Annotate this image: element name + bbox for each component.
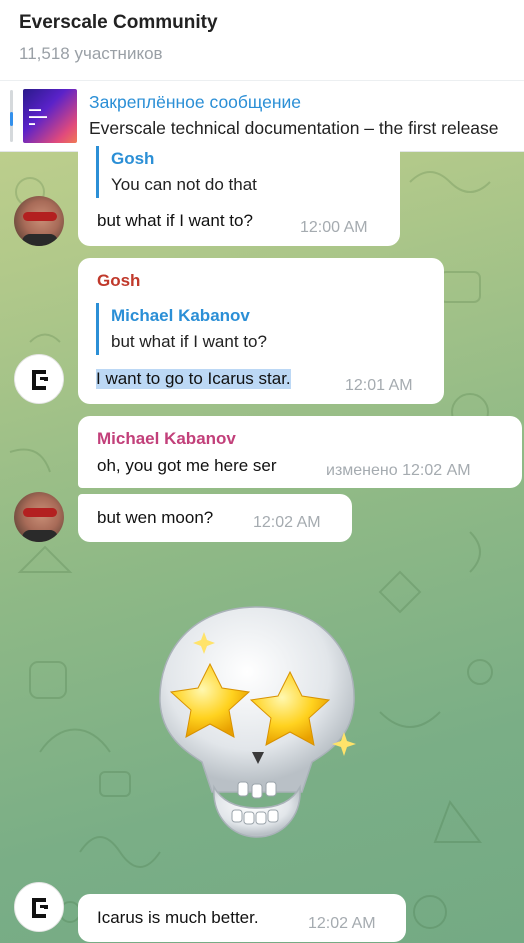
user-photo-avatar-icon bbox=[23, 508, 57, 517]
skull-star-eyes-sticker-icon[interactable] bbox=[152, 602, 362, 842]
message-time: 12:02 AM bbox=[308, 915, 376, 932]
chat-header[interactable]: Everscale Community 11,518 участников bbox=[0, 0, 524, 80]
avatar-gosh[interactable] bbox=[14, 882, 64, 932]
message-text: but wen moon? bbox=[97, 508, 214, 527]
reply-sender-name: Gosh bbox=[111, 149, 155, 168]
message-bubble[interactable]: Gosh Michael Kabanov but what if I want … bbox=[78, 258, 444, 404]
message-bubble[interactable]: Icarus is much better. 12:02 AM bbox=[78, 894, 406, 942]
message-time: 12:00 AM bbox=[300, 219, 368, 236]
sender-name: Gosh bbox=[97, 271, 141, 290]
sender-name: Michael Kabanov bbox=[97, 429, 236, 448]
reply-sender-name: Michael Kabanov bbox=[111, 306, 250, 325]
gosh-logo-icon bbox=[32, 370, 48, 390]
pinned-indicator bbox=[10, 90, 13, 142]
message-time: изменено 12:02 AM bbox=[326, 462, 471, 479]
message-bubble[interactable]: but wen moon? 12:02 AM bbox=[78, 494, 352, 542]
reply-quote[interactable]: Michael Kabanov but what if I want to? bbox=[96, 303, 267, 355]
message-text: but what if I want to? bbox=[97, 211, 253, 230]
avatar-michael[interactable] bbox=[14, 196, 64, 246]
message-time: 12:02 AM bbox=[253, 514, 321, 531]
pinned-text: Everscale technical documentation – the … bbox=[89, 118, 499, 138]
pinned-title: Закреплённое сообщение bbox=[89, 92, 302, 112]
message-text: oh, you got me here ser bbox=[97, 456, 277, 475]
reply-text: but what if I want to? bbox=[111, 332, 267, 351]
message-text: Icarus is much better. bbox=[97, 908, 259, 927]
message-bubble[interactable]: Gosh You can not do that but what if I w… bbox=[78, 140, 400, 246]
message-time: 12:01 AM bbox=[345, 377, 413, 394]
avatar-gosh[interactable] bbox=[14, 354, 64, 404]
gosh-logo-icon bbox=[32, 898, 48, 918]
user-photo-avatar-icon bbox=[23, 212, 57, 221]
message-bubble[interactable]: Michael Kabanov oh, you got me here ser … bbox=[78, 416, 522, 488]
reply-text: You can not do that bbox=[111, 175, 257, 194]
document-thumbnail-icon: ▬▬ ▬▬▬ ▬ bbox=[29, 107, 47, 127]
message-text: I want to go to Icarus star. bbox=[96, 369, 291, 389]
chat-title: Everscale Community bbox=[19, 12, 218, 33]
avatar-michael[interactable] bbox=[14, 492, 64, 542]
member-count: 11,518 участников bbox=[19, 44, 163, 63]
pinned-thumbnail: ▬▬ ▬▬▬ ▬ bbox=[23, 89, 77, 143]
reply-quote[interactable]: Gosh You can not do that bbox=[96, 146, 257, 198]
